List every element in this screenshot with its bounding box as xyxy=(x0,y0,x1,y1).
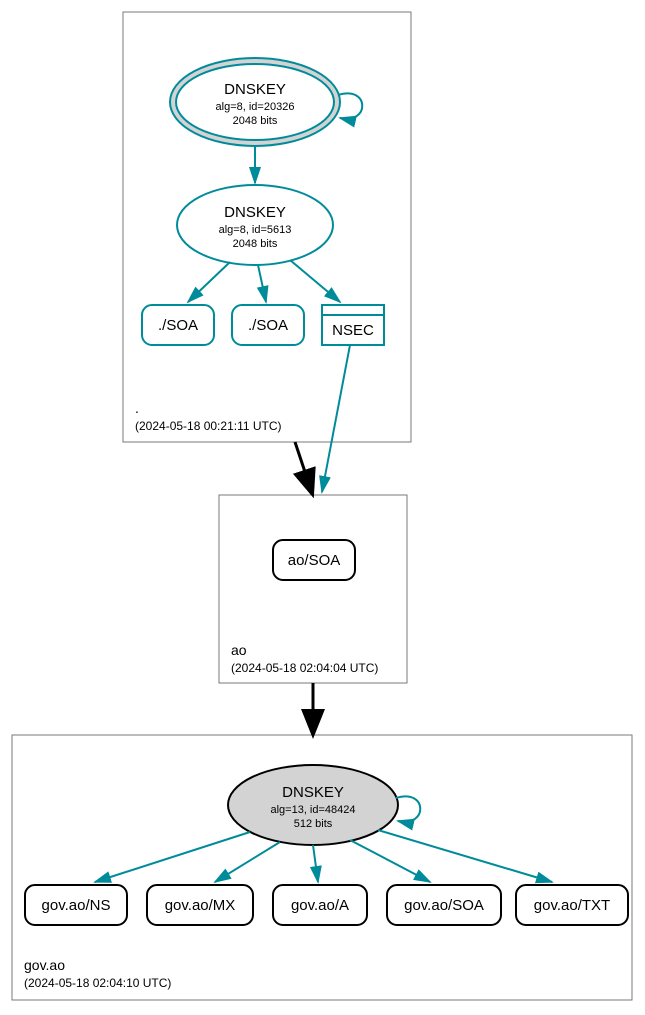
edge-root-ao xyxy=(295,442,310,487)
node-root-zsk: DNSKEY alg=8, id=5613 2048 bits xyxy=(177,185,333,265)
dnssec-diagram: . (2024-05-18 00:21:11 UTC) DNSKEY alg=8… xyxy=(0,0,645,1015)
zone-govao-timestamp: (2024-05-18 02:04:10 UTC) xyxy=(24,976,171,990)
edge-govkey-txt xyxy=(378,830,552,882)
root-zsk-bits: 2048 bits xyxy=(233,238,278,250)
root-ksk-title: DNSKEY xyxy=(224,81,286,98)
root-zsk-title: DNSKEY xyxy=(224,204,286,221)
zone-govao-name: gov.ao xyxy=(24,957,65,973)
govao-key-bits: 512 bits xyxy=(294,818,333,830)
zone-ao-timestamp: (2024-05-18 02:04:04 UTC) xyxy=(231,661,378,675)
edge-govao-key-self xyxy=(396,796,420,821)
node-root-nsec: NSEC xyxy=(322,305,384,345)
root-zsk-alg: alg=8, id=5613 xyxy=(219,224,292,236)
root-ksk-alg: alg=8, id=20326 xyxy=(216,101,295,113)
edge-govkey-soa xyxy=(350,840,430,882)
root-ksk-bits: 2048 bits xyxy=(233,115,278,127)
root-soa2-label: ./SOA xyxy=(248,317,288,334)
govao-a-label: gov.ao/A xyxy=(291,897,349,914)
zone-root-name: . xyxy=(135,400,139,416)
edge-nsec-ao xyxy=(322,345,350,492)
zone-root-timestamp: (2024-05-18 00:21:11 UTC) xyxy=(135,419,282,433)
govao-ns-label: gov.ao/NS xyxy=(42,897,111,914)
govao-txt-label: gov.ao/TXT xyxy=(534,897,610,914)
govao-soa-label: gov.ao/SOA xyxy=(404,897,484,914)
zone-ao-box xyxy=(219,495,407,683)
zone-ao-name: ao xyxy=(231,642,247,658)
edge-zsk-soa1 xyxy=(188,262,230,302)
govao-key-title: DNSKEY xyxy=(282,784,344,801)
root-soa1-label: ./SOA xyxy=(158,317,198,334)
ao-soa-label: ao/SOA xyxy=(288,552,341,569)
govao-key-alg: alg=13, id=48424 xyxy=(270,804,355,816)
edge-zsk-soa2 xyxy=(258,265,266,302)
edge-root-ksk-self xyxy=(338,93,362,118)
govao-mx-label: gov.ao/MX xyxy=(165,897,236,914)
edge-govkey-a xyxy=(313,845,318,882)
edge-govkey-mx xyxy=(215,842,280,882)
root-nsec-label: NSEC xyxy=(332,322,374,339)
edge-zsk-nsec xyxy=(290,260,340,302)
node-root-ksk: DNSKEY alg=8, id=20326 2048 bits xyxy=(170,58,340,146)
node-govao-key: DNSKEY alg=13, id=48424 512 bits xyxy=(228,765,398,845)
